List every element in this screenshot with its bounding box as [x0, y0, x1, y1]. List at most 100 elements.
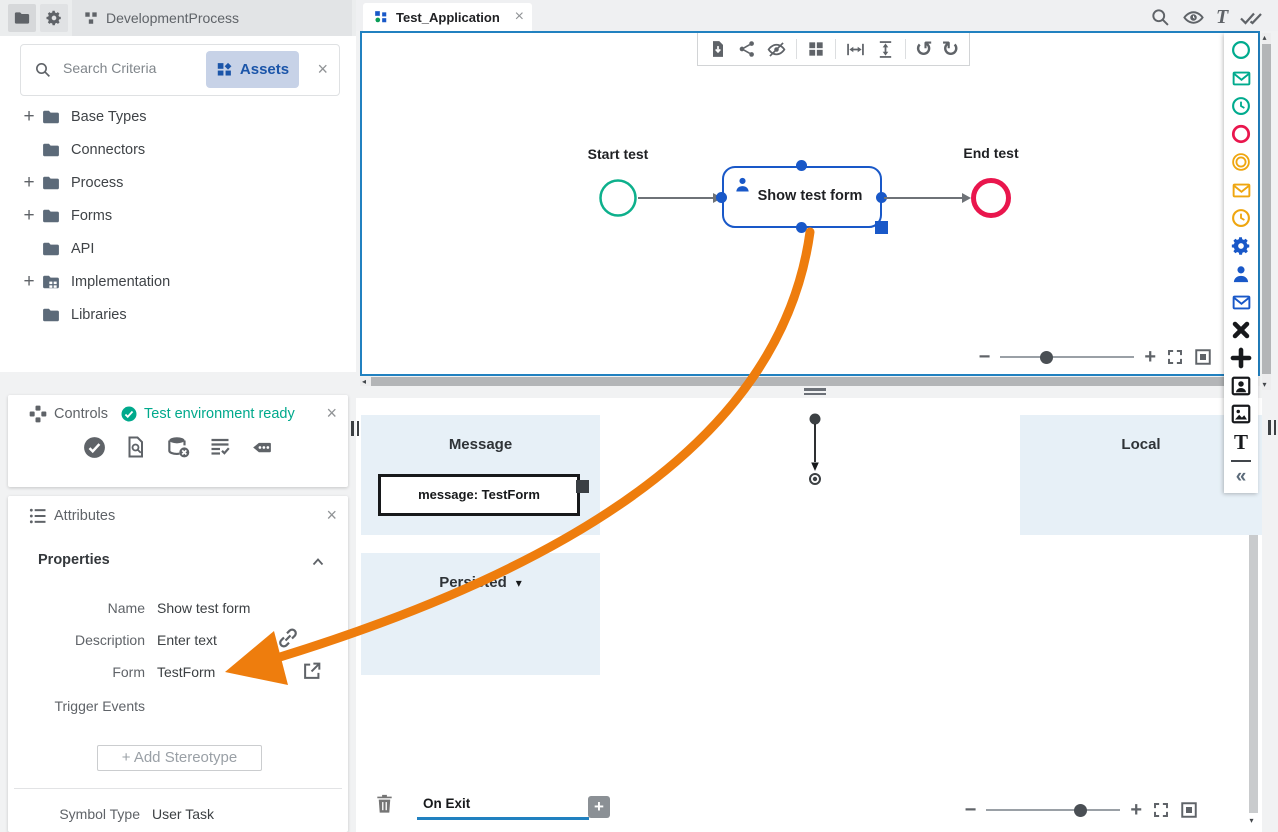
open-form-icon[interactable]: [301, 660, 323, 682]
expand-icon[interactable]: +: [17, 205, 41, 227]
match-height-button[interactable]: [875, 39, 896, 60]
zoom-in-button[interactable]: +: [1144, 347, 1156, 367]
name-value[interactable]: Show test form: [157, 600, 250, 616]
fit-view-button[interactable]: [1180, 801, 1198, 819]
panel-splitter-handle[interactable]: [804, 388, 826, 395]
validate-tool-icon[interactable]: [1239, 5, 1263, 29]
canvas-v-scrollbar[interactable]: ▴ ▾: [1262, 33, 1271, 390]
search-input[interactable]: [61, 59, 197, 77]
layout-grid-button[interactable]: [806, 39, 826, 59]
palette-message-task-icon[interactable]: [1224, 288, 1258, 316]
undo-icon[interactable]: ↺: [915, 39, 933, 60]
palette-start-event-circle[interactable]: [1224, 36, 1258, 64]
canvas-h-scrollbar[interactable]: ◂: [360, 377, 1260, 386]
description-value[interactable]: Enter text: [157, 632, 217, 648]
folder-button[interactable]: [8, 4, 36, 32]
text-tool-icon[interactable]: T: [1216, 6, 1228, 28]
link-icon[interactable]: [276, 626, 300, 650]
add-event-button[interactable]: +: [588, 796, 610, 818]
palette-collapse-icon[interactable]: «: [1224, 466, 1258, 488]
expand-icon[interactable]: +: [17, 172, 41, 194]
palette-service-task-gear-icon[interactable]: [1224, 232, 1258, 260]
tree-item-forms[interactable]: + Forms: [0, 199, 356, 232]
log-list-button[interactable]: [208, 435, 232, 459]
scroll-down-icon[interactable]: ▾: [1263, 381, 1267, 389]
close-attributes-icon[interactable]: ×: [326, 506, 337, 524]
palette-end-event-circle[interactable]: [1224, 120, 1258, 148]
process-canvas[interactable]: ↺ ↻ Start test Show test form End test −…: [360, 31, 1260, 376]
scroll-up-icon[interactable]: ▴: [1263, 34, 1267, 42]
export-download-button[interactable]: [708, 39, 728, 59]
fullscreen-button[interactable]: [1152, 801, 1170, 819]
zoom-out-button[interactable]: −: [965, 800, 977, 820]
variable-connector[interactable]: [805, 410, 825, 494]
scrollbar-thumb[interactable]: [371, 377, 1245, 386]
inspect-document-button[interactable]: [124, 435, 148, 459]
scroll-down-icon[interactable]: ▾: [1250, 817, 1254, 825]
sequence-flow[interactable]: [884, 197, 962, 199]
run-check-button[interactable]: [82, 435, 107, 460]
start-event-node[interactable]: [598, 178, 638, 218]
message-box-handle[interactable]: [576, 480, 589, 493]
zoom-slider[interactable]: [1000, 350, 1135, 364]
collapse-section-icon[interactable]: [310, 554, 326, 570]
fit-view-button[interactable]: [1194, 348, 1212, 366]
form-value[interactable]: TestForm: [157, 664, 215, 680]
zoom-slider[interactable]: [986, 803, 1121, 817]
palette-message-start-icon[interactable]: [1224, 64, 1258, 92]
selection-handle-corner[interactable]: [875, 221, 888, 234]
palette-intermediate-event-icon[interactable]: [1224, 148, 1258, 176]
palette-text-icon[interactable]: T: [1224, 428, 1258, 456]
tab-test-application[interactable]: Test_Application ×: [363, 3, 532, 31]
palette-image-icon[interactable]: [1224, 400, 1258, 428]
palette-exclusive-gateway-icon[interactable]: [1224, 316, 1258, 344]
assets-filter-button[interactable]: Assets: [206, 51, 299, 88]
palette-timer-start-icon[interactable]: [1224, 92, 1258, 120]
message-variable-box[interactable]: message: TestForm: [378, 474, 580, 516]
tree-item-connectors[interactable]: Connectors: [0, 133, 356, 166]
fullscreen-button[interactable]: [1166, 348, 1184, 366]
close-controls-icon[interactable]: ×: [326, 404, 337, 422]
zoom-slider-handle[interactable]: [1040, 350, 1054, 364]
clear-search-icon[interactable]: ×: [317, 60, 328, 78]
right-resize-handle[interactable]: [1268, 420, 1276, 435]
sequence-flow[interactable]: [638, 197, 713, 199]
zoom-in-button[interactable]: +: [1130, 800, 1142, 820]
tree-item-implementation[interactable]: + Implementation: [0, 265, 356, 298]
expand-icon[interactable]: +: [17, 106, 41, 128]
palette-user-image-icon[interactable]: [1224, 372, 1258, 400]
tree-item-api[interactable]: API: [0, 232, 356, 265]
tag-button[interactable]: [249, 435, 274, 460]
end-event-node[interactable]: [969, 176, 1013, 220]
persisted-lane[interactable]: Persisted ▾: [361, 553, 600, 675]
close-tab-icon[interactable]: ×: [515, 9, 524, 25]
preview-eye-icon[interactable]: [1182, 6, 1205, 29]
selection-handle-bottom[interactable]: [796, 222, 807, 233]
palette-user-task-icon[interactable]: [1224, 260, 1258, 288]
left-resize-handle[interactable]: [351, 421, 359, 436]
zoom-slider-handle[interactable]: [1074, 803, 1088, 817]
palette-timer-intermediate-icon[interactable]: [1224, 204, 1258, 232]
palette-parallel-gateway-icon[interactable]: [1224, 344, 1258, 372]
zoom-out-button[interactable]: −: [979, 347, 991, 367]
on-exit-input[interactable]: On Exit: [423, 796, 470, 811]
project-tab[interactable]: DevelopmentProcess: [72, 0, 352, 36]
scrollbar-thumb[interactable]: [1262, 44, 1271, 374]
user-task-node[interactable]: Show test form: [722, 166, 882, 228]
clear-database-button[interactable]: [165, 434, 191, 460]
share-button[interactable]: [737, 39, 757, 59]
redo-icon[interactable]: ↻: [942, 39, 960, 60]
persisted-dropdown[interactable]: Persisted ▾: [361, 574, 600, 591]
hide-button[interactable]: [766, 39, 787, 60]
expand-icon[interactable]: +: [17, 271, 41, 293]
selection-handle-top[interactable]: [796, 160, 807, 171]
scrollbar-thumb[interactable]: [1249, 535, 1258, 813]
delete-trash-icon[interactable]: [373, 792, 396, 815]
palette-message-intermediate-icon[interactable]: [1224, 176, 1258, 204]
selection-handle-left[interactable]: [716, 192, 727, 203]
tree-item-base-types[interactable]: + Base Types: [0, 100, 356, 133]
scroll-left-icon[interactable]: ◂: [362, 377, 366, 386]
search-tool-icon[interactable]: [1150, 7, 1171, 28]
settings-button[interactable]: [40, 4, 68, 32]
match-width-button[interactable]: [845, 39, 866, 60]
